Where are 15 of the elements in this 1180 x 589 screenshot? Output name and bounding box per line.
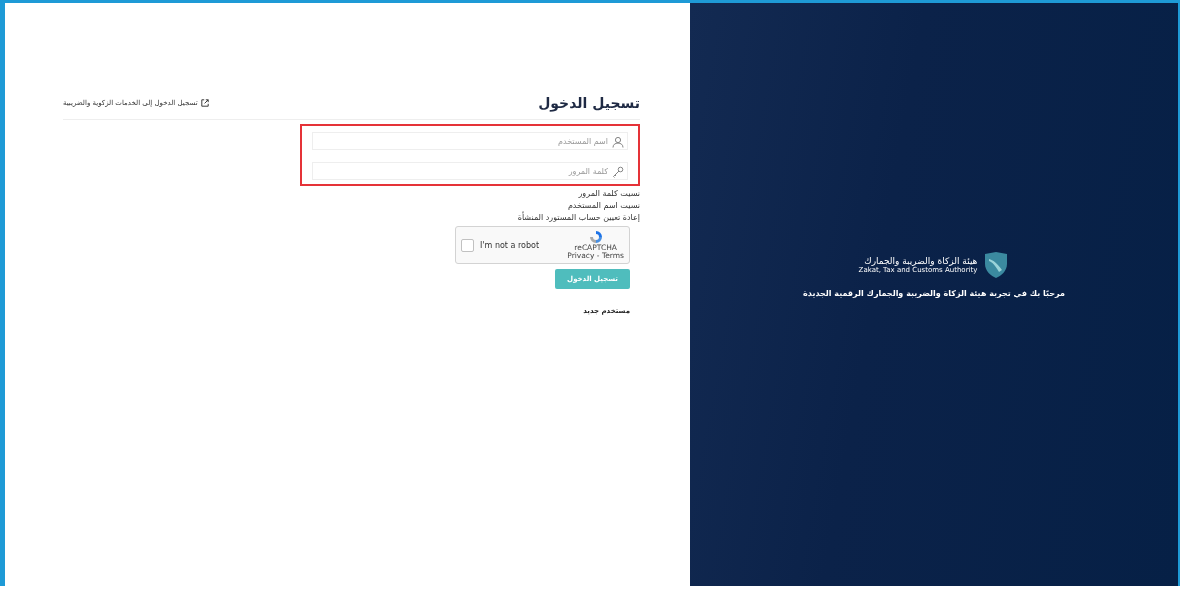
password-field[interactable]: كلمة المرور (312, 162, 628, 180)
captcha-checkbox[interactable] (461, 238, 474, 252)
shield-logo-icon (983, 251, 1010, 279)
page-title: تسجيل الدخول (538, 95, 640, 111)
recovery-link[interactable]: نسيت كلمة المرور (578, 189, 640, 198)
authority-name: هيئة الزكاة والضريبة والجمارك (864, 256, 978, 266)
recovery-link[interactable]: نسيت اسم المستخدم (567, 201, 640, 210)
recovery-link[interactable]: إعادة تعيين حساب المستورد المنشأة (517, 213, 640, 222)
username-field[interactable]: اسم المستخدم (312, 132, 628, 150)
user-icon (612, 136, 624, 148)
welcome-message: مرحبًا بك في تجربة هيئة الزكاة والضريبة والجمارك الرقمية الجديدة (803, 289, 1065, 298)
key-icon (612, 166, 624, 178)
recaptcha-icon (588, 229, 603, 244)
captcha-label: I'm not a robot (480, 240, 541, 250)
external-link-icon (200, 99, 209, 107)
